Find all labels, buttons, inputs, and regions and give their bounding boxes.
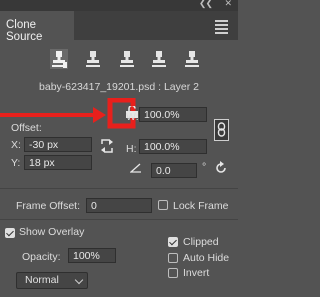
rotation-field[interactable]: 0.0 — [151, 163, 197, 178]
lock-frame-label: Lock Frame — [173, 200, 229, 212]
scale-w-field[interactable]: 100.0% — [139, 107, 207, 122]
clone-source-stamp-icon — [86, 51, 100, 67]
h-label: H: — [126, 143, 137, 155]
clone-source-button-2[interactable] — [84, 49, 102, 69]
show-overlay-label: Show Overlay — [19, 226, 85, 238]
scale-h-field[interactable]: 100.0% — [139, 139, 207, 154]
w-label: W: — [126, 111, 139, 123]
section-divider — [0, 188, 238, 189]
offset-heading: Offset: — [11, 122, 42, 134]
clone-source-stamp-icon — [50, 49, 68, 69]
panel-tab-bar: Clone Source — [0, 11, 238, 43]
frame-offset-label: Frame Offset: — [16, 200, 80, 212]
opacity-label: Opacity: — [22, 251, 61, 263]
panel-menu-icon[interactable] — [215, 20, 228, 36]
opacity-field[interactable]: 100% — [68, 248, 116, 263]
clone-source-button-5[interactable] — [183, 49, 201, 69]
angle-icon — [129, 163, 142, 173]
clone-source-stamp-icon — [120, 51, 134, 67]
clipped-checkbox[interactable] — [168, 237, 178, 247]
tab-clone-source[interactable]: Clone Source — [0, 11, 74, 43]
clone-source-stamp-icon — [152, 51, 166, 67]
rotate-reset-icon[interactable] — [214, 161, 228, 175]
link-icon[interactable] — [214, 119, 229, 141]
clone-source-stamp-icon — [185, 51, 199, 67]
clone-source-button-1[interactable] — [50, 49, 68, 69]
invert-label: Invert — [183, 267, 210, 279]
tab-label: Clone Source — [6, 19, 43, 43]
chevron-down-icon — [74, 275, 84, 285]
collapse-chevrons-icon[interactable]: ❮❮ — [199, 0, 213, 9]
invert-checkbox[interactable] — [168, 268, 178, 278]
clone-source-button-4[interactable] — [150, 49, 168, 69]
clone-source-button-3[interactable] — [118, 49, 136, 69]
clipped-label: Clipped — [183, 236, 219, 248]
panel-top-bar: ❮❮ ✕ — [0, 0, 238, 11]
offset-x-field[interactable]: -30 px — [24, 137, 92, 152]
frame-offset-field[interactable]: 0 — [86, 198, 152, 213]
offset-y-field[interactable]: 18 px — [24, 155, 92, 170]
auto-hide-label: Auto Hide — [183, 252, 230, 264]
lock-frame-checkbox[interactable] — [158, 200, 168, 210]
source-file-label: baby-623417_19201.psd : Layer 2 — [39, 81, 199, 93]
blend-mode-value: Normal — [25, 274, 59, 286]
close-icon[interactable]: ✕ — [224, 0, 232, 9]
blend-mode-dropdown[interactable]: Normal — [16, 272, 88, 289]
x-label: X: — [11, 139, 21, 151]
section-divider — [0, 219, 238, 220]
degree-symbol: ° — [202, 161, 207, 173]
y-label: Y: — [11, 157, 21, 169]
flip-icon[interactable] — [100, 138, 114, 154]
auto-hide-checkbox[interactable] — [168, 253, 178, 263]
show-overlay-checkbox[interactable] — [5, 228, 15, 238]
